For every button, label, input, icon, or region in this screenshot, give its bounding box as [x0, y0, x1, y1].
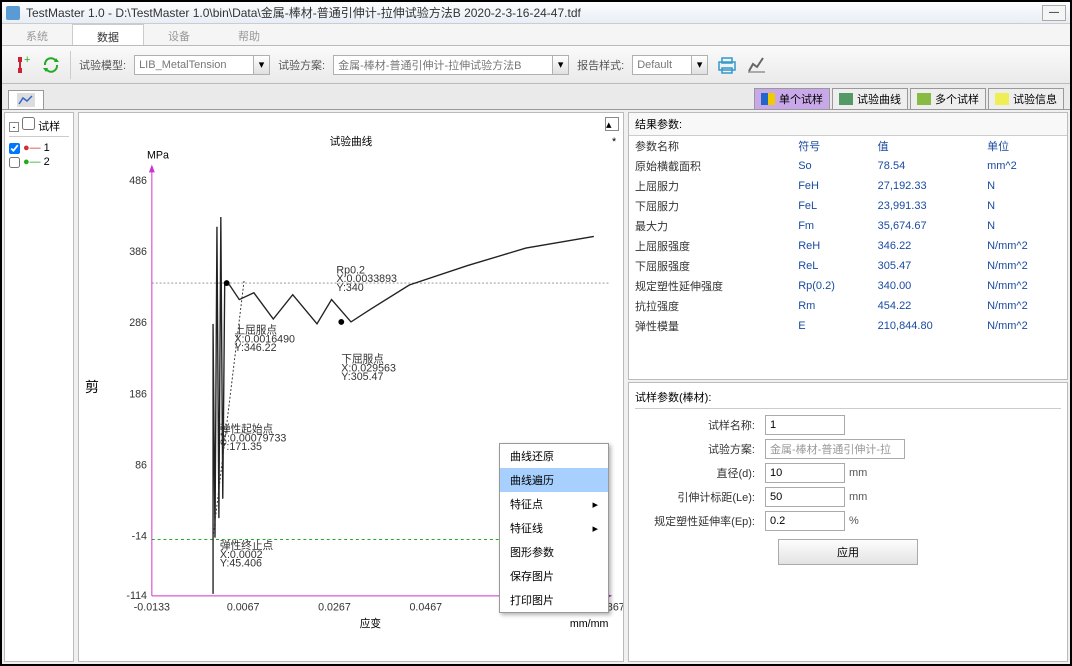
add-specimen-icon[interactable]: +: [10, 54, 32, 76]
analyze-icon[interactable]: [746, 54, 768, 76]
svg-text:Y:171.35: Y:171.35: [220, 441, 262, 453]
app-icon: [6, 6, 20, 20]
menu-help[interactable]: 帮助: [214, 24, 284, 45]
specimen-title: 试样参数(棒材):: [635, 389, 1061, 409]
chevron-right-icon: ▸: [592, 522, 598, 535]
svg-text:+: +: [24, 55, 30, 66]
table-row: 下屈服强度ReL305.47N/mm^2: [629, 256, 1067, 276]
chart-panel: ▴ 剪 试验曲线 * MPa 486 386 286 186 86 -14: [78, 112, 624, 662]
tree-header: - 试样: [9, 117, 69, 137]
cm-save-img[interactable]: 保存图片: [500, 564, 608, 588]
x-axis-label: 应变: [360, 617, 382, 630]
tab-curve[interactable]: 试验曲线: [832, 88, 908, 109]
svg-text:Y:346.22: Y:346.22: [234, 342, 276, 354]
report-label: 报告样式:: [577, 57, 624, 73]
chart-tab[interactable]: [8, 90, 44, 109]
workspace: - 试样 ●—1 ●—2 ▴ 剪 试验曲线 * MPa: [2, 110, 1070, 664]
menu-system[interactable]: 系统: [2, 24, 72, 45]
svg-text:86: 86: [135, 460, 147, 472]
results-box: 结果参数: 参数名称符号值单位 原始横截面积So78.54mm^2上屈服力FeH…: [628, 112, 1068, 380]
svg-text:-114: -114: [126, 590, 147, 602]
cm-traverse[interactable]: 曲线遍历: [500, 468, 608, 492]
plan-label: 试验方案:: [278, 57, 325, 73]
svg-text:-14: -14: [132, 531, 147, 543]
specimen-plan-input[interactable]: [765, 439, 905, 459]
table-row: 抗拉强度Rm454.22N/mm^2: [629, 296, 1067, 316]
title-bar: TestMaster 1.0 - D:\TestMaster 1.0\bin\D…: [2, 2, 1070, 24]
tree-item-2[interactable]: ●—2: [9, 155, 69, 169]
svg-text:0.0067: 0.0067: [227, 601, 260, 613]
tree-root-checkbox[interactable]: [22, 117, 35, 130]
svg-text:0.0467: 0.0467: [409, 601, 442, 613]
x-unit: mm/mm: [570, 618, 609, 630]
chevron-right-icon: ▸: [592, 498, 598, 511]
right-panel: 结果参数: 参数名称符号值单位 原始横截面积So78.54mm^2上屈服力FeH…: [628, 112, 1068, 662]
table-row: 下屈服力FeL23,991.33N: [629, 196, 1067, 216]
table-row: 规定塑性延伸强度Rp(0.2)340.00N/mm^2: [629, 276, 1067, 296]
table-row: 弹性模量E210,844.80N/mm^2: [629, 316, 1067, 336]
menu-bar: 系统 数据 设备 帮助: [2, 24, 1070, 46]
chart-asterisk: *: [612, 136, 616, 148]
svg-text:-0.0133: -0.0133: [134, 601, 170, 613]
table-row: 最大力Fm35,674.67N: [629, 216, 1067, 236]
chart-title: 试验曲线: [330, 135, 373, 148]
cm-graph-param[interactable]: 图形参数: [500, 540, 608, 564]
svg-text:Y:305.47: Y:305.47: [341, 371, 383, 383]
table-row: 原始横截面积So78.54mm^2: [629, 156, 1067, 176]
chart-icon: [17, 93, 35, 107]
print-icon[interactable]: [716, 54, 738, 76]
chart-expand-icon[interactable]: ▴: [605, 117, 619, 131]
report-dropdown[interactable]: ▾: [692, 55, 708, 75]
cm-feat-line[interactable]: 特征线▸: [500, 516, 608, 540]
specimen-tree-panel: - 试样 ●—1 ●—2: [4, 112, 74, 662]
svg-text:286: 286: [129, 317, 147, 329]
menu-data[interactable]: 数据: [72, 24, 144, 45]
refresh-icon[interactable]: [40, 54, 62, 76]
y-axis-label: 剪: [85, 377, 99, 397]
tree-item-1[interactable]: ●—1: [9, 141, 69, 155]
tree-check-1[interactable]: [9, 143, 20, 154]
plan-dropdown[interactable]: ▾: [553, 55, 569, 75]
results-title: 结果参数:: [629, 113, 1067, 136]
svg-text:186: 186: [129, 389, 147, 401]
svg-text:486: 486: [129, 175, 147, 187]
annotations: 上屈服点X:0.0016490Y:346.22 下屈服点X:0.029563Y:…: [220, 264, 397, 569]
context-menu: 曲线还原 曲线遍历 特征点▸ 特征线▸ 图形参数 保存图片 打印图片: [499, 443, 609, 613]
table-row: 上屈服力FeH27,192.33N: [629, 176, 1067, 196]
toolbar: + 试验模型: ▾ 试验方案: ▾ 报告样式: ▾: [2, 46, 1070, 84]
minimize-button[interactable]: —: [1042, 5, 1066, 21]
specimen-params-box: 试样参数(棒材): 试样名称: 试验方案: 直径(d):mm 引伸计标距(Le)…: [628, 382, 1068, 662]
report-input[interactable]: [632, 55, 692, 75]
tab-info[interactable]: 试验信息: [988, 88, 1064, 109]
cm-feat-point[interactable]: 特征点▸: [500, 492, 608, 516]
results-header-row: 参数名称符号值单位: [629, 136, 1067, 156]
tab-row: 单个试样 试验曲线 多个试样 试验信息: [2, 84, 1070, 110]
gauge-input[interactable]: [765, 487, 845, 507]
diameter-input[interactable]: [765, 463, 845, 483]
cm-print-img[interactable]: 打印图片: [500, 588, 608, 612]
apply-button[interactable]: 应用: [778, 539, 918, 565]
svg-text:386: 386: [129, 246, 147, 258]
svg-text:Y:340: Y:340: [336, 282, 363, 294]
model-dropdown[interactable]: ▾: [254, 55, 270, 75]
window-title: TestMaster 1.0 - D:\TestMaster 1.0\bin\D…: [26, 4, 1040, 21]
tab-multi[interactable]: 多个试样: [910, 88, 986, 109]
svg-text:Y:45.406: Y:45.406: [220, 558, 262, 570]
model-label: 试验模型:: [79, 57, 126, 73]
specimen-name-input[interactable]: [765, 415, 845, 435]
table-row: 上屈服强度ReH346.22N/mm^2: [629, 236, 1067, 256]
svg-text:0.0267: 0.0267: [318, 601, 351, 613]
menu-device[interactable]: 设备: [144, 24, 214, 45]
plan-input[interactable]: [333, 55, 553, 75]
tree-check-2[interactable]: [9, 157, 20, 168]
y-unit: MPa: [147, 150, 169, 162]
results-table: 参数名称符号值单位 原始横截面积So78.54mm^2上屈服力FeH27,192…: [629, 136, 1067, 336]
tab-single[interactable]: 单个试样: [754, 88, 830, 109]
cm-restore[interactable]: 曲线还原: [500, 444, 608, 468]
model-input[interactable]: [134, 55, 254, 75]
ep-input[interactable]: [765, 511, 845, 531]
